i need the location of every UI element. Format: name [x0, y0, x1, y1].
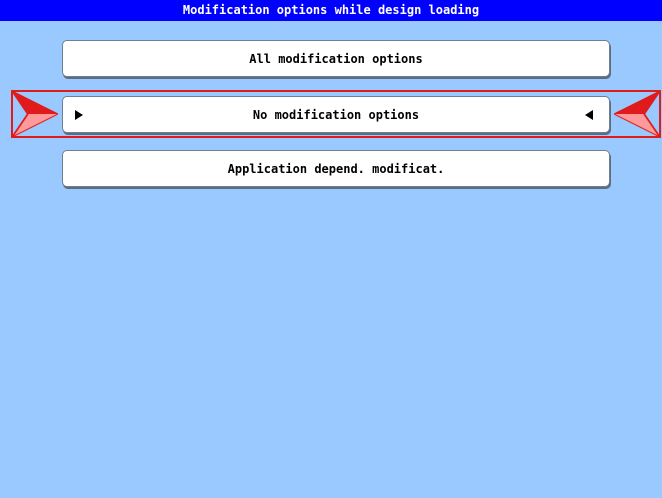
selection-marker-left-icon: [12, 91, 58, 137]
option-label: Application depend. modificat.: [227, 161, 445, 176]
option-all-modifications-button[interactable]: All modification options: [62, 40, 610, 77]
screen: Modification options while design loadin…: [0, 0, 662, 498]
option-label: All modification options: [249, 51, 423, 66]
option-application-dependent-button[interactable]: Application depend. modificat.: [62, 150, 610, 187]
selection-marker-right-icon: [614, 91, 660, 137]
arrow-right-icon: [75, 109, 83, 120]
window-title: Modification options while design loadin…: [0, 0, 662, 21]
arrow-left-icon: [585, 109, 593, 120]
option-no-modifications-button[interactable]: No modification options: [62, 96, 610, 133]
option-label: No modification options: [252, 107, 420, 122]
